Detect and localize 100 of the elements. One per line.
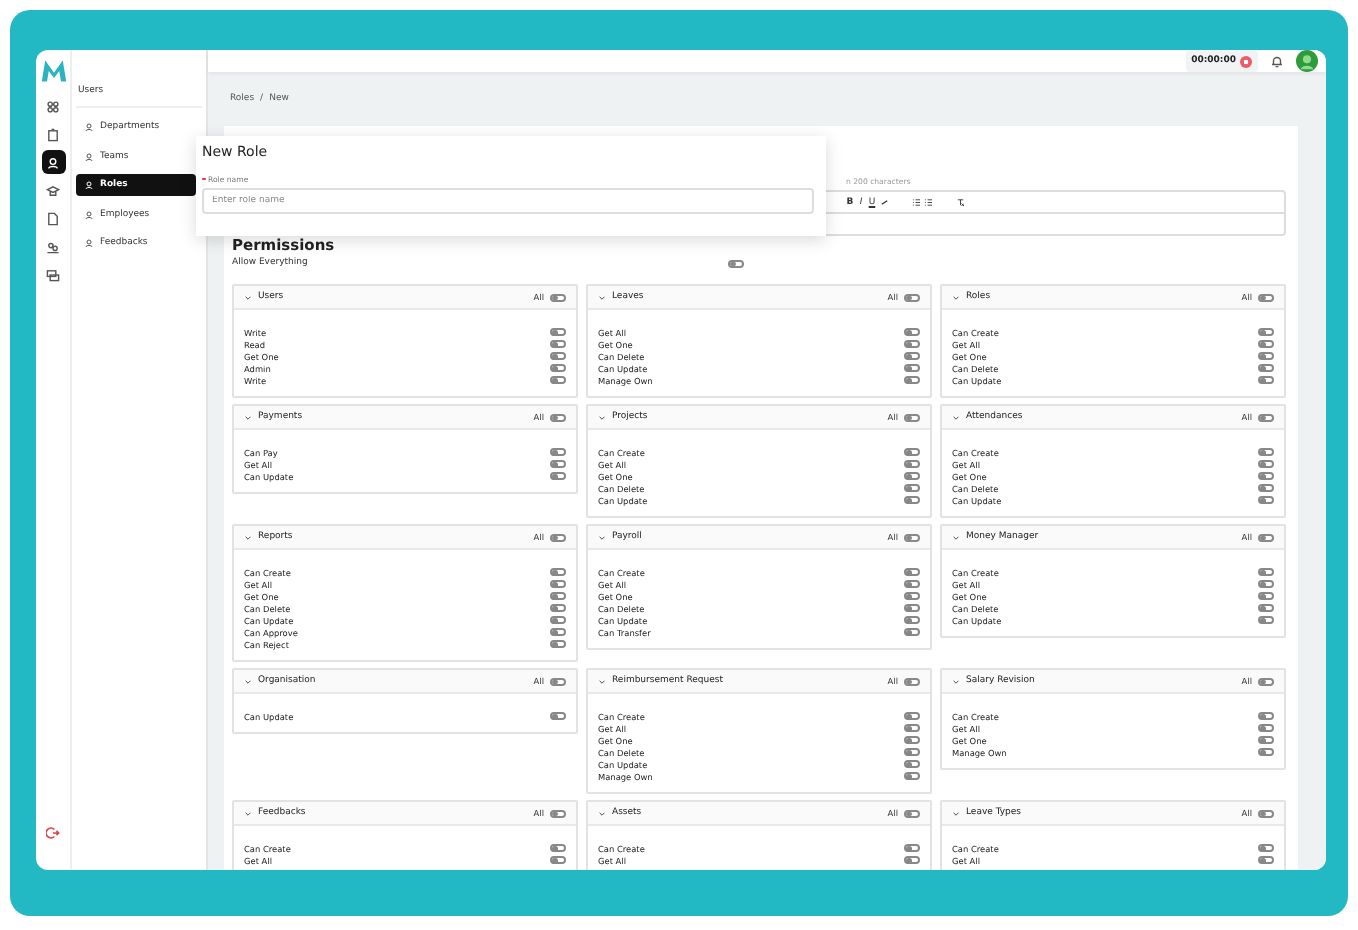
toggle-switch[interactable] bbox=[1258, 293, 1274, 301]
toggle-switch[interactable] bbox=[904, 844, 920, 852]
toggle-switch[interactable] bbox=[1258, 340, 1274, 348]
toggle-switch[interactable] bbox=[1258, 856, 1274, 864]
toggle-switch[interactable] bbox=[904, 712, 920, 720]
toggle-switch[interactable] bbox=[904, 484, 920, 492]
toggle-switch[interactable] bbox=[904, 568, 920, 576]
toggle-switch[interactable] bbox=[550, 616, 566, 624]
toggle-switch[interactable] bbox=[550, 364, 566, 372]
toggle-switch[interactable] bbox=[1258, 809, 1274, 817]
toggle-switch[interactable] bbox=[550, 712, 566, 720]
toggle-switch[interactable] bbox=[1258, 376, 1274, 384]
toggle-switch[interactable] bbox=[904, 748, 920, 756]
toggle-switch[interactable] bbox=[904, 364, 920, 372]
chevron-icon[interactable] bbox=[952, 677, 960, 685]
chevron-icon[interactable] bbox=[244, 413, 252, 421]
toggle-switch[interactable] bbox=[550, 340, 566, 348]
toggle-switch[interactable] bbox=[550, 568, 566, 576]
toggle-switch[interactable] bbox=[550, 533, 566, 541]
toggle-switch[interactable] bbox=[1258, 844, 1274, 852]
chevron-icon[interactable] bbox=[244, 809, 252, 817]
toggle-switch[interactable] bbox=[904, 376, 920, 384]
chevron-icon[interactable] bbox=[244, 293, 252, 301]
toggle-switch[interactable] bbox=[904, 293, 920, 301]
toggle-switch[interactable] bbox=[1258, 413, 1274, 421]
toggle-switch[interactable] bbox=[1258, 712, 1274, 720]
chevron-icon[interactable] bbox=[952, 533, 960, 541]
chevron-icon[interactable] bbox=[598, 677, 606, 685]
toggle-switch[interactable] bbox=[1258, 580, 1274, 588]
chevron-icon[interactable] bbox=[952, 809, 960, 817]
toggle-switch[interactable] bbox=[1258, 568, 1274, 576]
toggle-switch[interactable] bbox=[1258, 592, 1274, 600]
toggle-switch[interactable] bbox=[904, 760, 920, 768]
toggle-switch[interactable] bbox=[904, 677, 920, 685]
toggle-switch[interactable] bbox=[550, 413, 566, 421]
toggle-switch[interactable] bbox=[550, 376, 566, 384]
clear-format-icon[interactable] bbox=[955, 197, 964, 207]
toggle-switch[interactable] bbox=[1258, 724, 1274, 732]
toggle-switch[interactable] bbox=[1258, 328, 1274, 336]
toggle-switch[interactable] bbox=[904, 724, 920, 732]
toggle-switch[interactable] bbox=[904, 413, 920, 421]
toggle-switch[interactable] bbox=[550, 328, 566, 336]
toggle-switch[interactable] bbox=[904, 448, 920, 456]
chevron-icon[interactable] bbox=[598, 809, 606, 817]
toggle-switch[interactable] bbox=[904, 604, 920, 612]
toggle-switch[interactable] bbox=[550, 448, 566, 456]
toggle-switch[interactable] bbox=[550, 628, 566, 636]
toggle-switch[interactable] bbox=[1258, 604, 1274, 612]
toggle-switch[interactable] bbox=[550, 592, 566, 600]
toggle-switch[interactable] bbox=[1258, 448, 1274, 456]
notification-bell-icon[interactable] bbox=[1270, 54, 1284, 68]
toggle-switch[interactable] bbox=[1258, 496, 1274, 504]
list-icon[interactable] bbox=[923, 197, 932, 207]
chevron-icon[interactable] bbox=[598, 293, 606, 301]
toggle-switch[interactable] bbox=[904, 460, 920, 468]
toggle-switch[interactable] bbox=[550, 352, 566, 360]
toggle-switch[interactable] bbox=[550, 604, 566, 612]
toggle-switch[interactable] bbox=[1258, 484, 1274, 492]
toggle-switch[interactable] bbox=[904, 496, 920, 504]
toggle-switch[interactable] bbox=[1258, 364, 1274, 372]
toggle-switch[interactable] bbox=[904, 340, 920, 348]
toggle-switch[interactable] bbox=[904, 772, 920, 780]
toggle-switch[interactable] bbox=[550, 460, 566, 468]
chevron-icon[interactable] bbox=[598, 413, 606, 421]
toggle-switch[interactable] bbox=[1258, 533, 1274, 541]
toggle-switch[interactable] bbox=[904, 592, 920, 600]
toggle-switch[interactable] bbox=[728, 259, 744, 267]
toggle-switch[interactable] bbox=[1258, 352, 1274, 360]
toggle-switch[interactable] bbox=[550, 844, 566, 852]
toggle-switch[interactable] bbox=[904, 616, 920, 624]
list-icon[interactable] bbox=[911, 197, 920, 207]
avatar[interactable] bbox=[1296, 50, 1318, 72]
toggle-switch[interactable] bbox=[1258, 616, 1274, 624]
toggle-switch[interactable] bbox=[550, 580, 566, 588]
chevron-icon[interactable] bbox=[244, 533, 252, 541]
logout-icon[interactable] bbox=[46, 826, 60, 840]
toggle-switch[interactable] bbox=[904, 352, 920, 360]
toggle-switch[interactable] bbox=[1258, 472, 1274, 480]
toggle-switch[interactable] bbox=[550, 809, 566, 817]
toggle-switch[interactable] bbox=[550, 293, 566, 301]
toggle-switch[interactable] bbox=[550, 856, 566, 864]
toggle-switch[interactable] bbox=[904, 856, 920, 864]
toggle-switch[interactable] bbox=[904, 472, 920, 480]
toggle-switch[interactable] bbox=[550, 472, 566, 480]
chevron-icon[interactable] bbox=[952, 413, 960, 421]
toggle-switch[interactable] bbox=[904, 580, 920, 588]
toggle-switch[interactable] bbox=[904, 809, 920, 817]
chevron-icon[interactable] bbox=[952, 293, 960, 301]
rail-button[interactable] bbox=[41, 150, 65, 174]
toggle-switch[interactable] bbox=[904, 328, 920, 336]
chevron-icon[interactable] bbox=[244, 677, 252, 685]
toggle-switch[interactable] bbox=[550, 677, 566, 685]
toggle-switch[interactable] bbox=[904, 736, 920, 744]
chevron-icon[interactable] bbox=[598, 533, 606, 541]
toggle-switch[interactable] bbox=[904, 533, 920, 541]
toggle-switch[interactable] bbox=[1258, 460, 1274, 468]
toggle-switch[interactable] bbox=[1258, 736, 1274, 744]
toggle-switch[interactable] bbox=[904, 628, 920, 636]
toggle-switch[interactable] bbox=[550, 640, 566, 648]
link-icon[interactable] bbox=[879, 197, 888, 207]
